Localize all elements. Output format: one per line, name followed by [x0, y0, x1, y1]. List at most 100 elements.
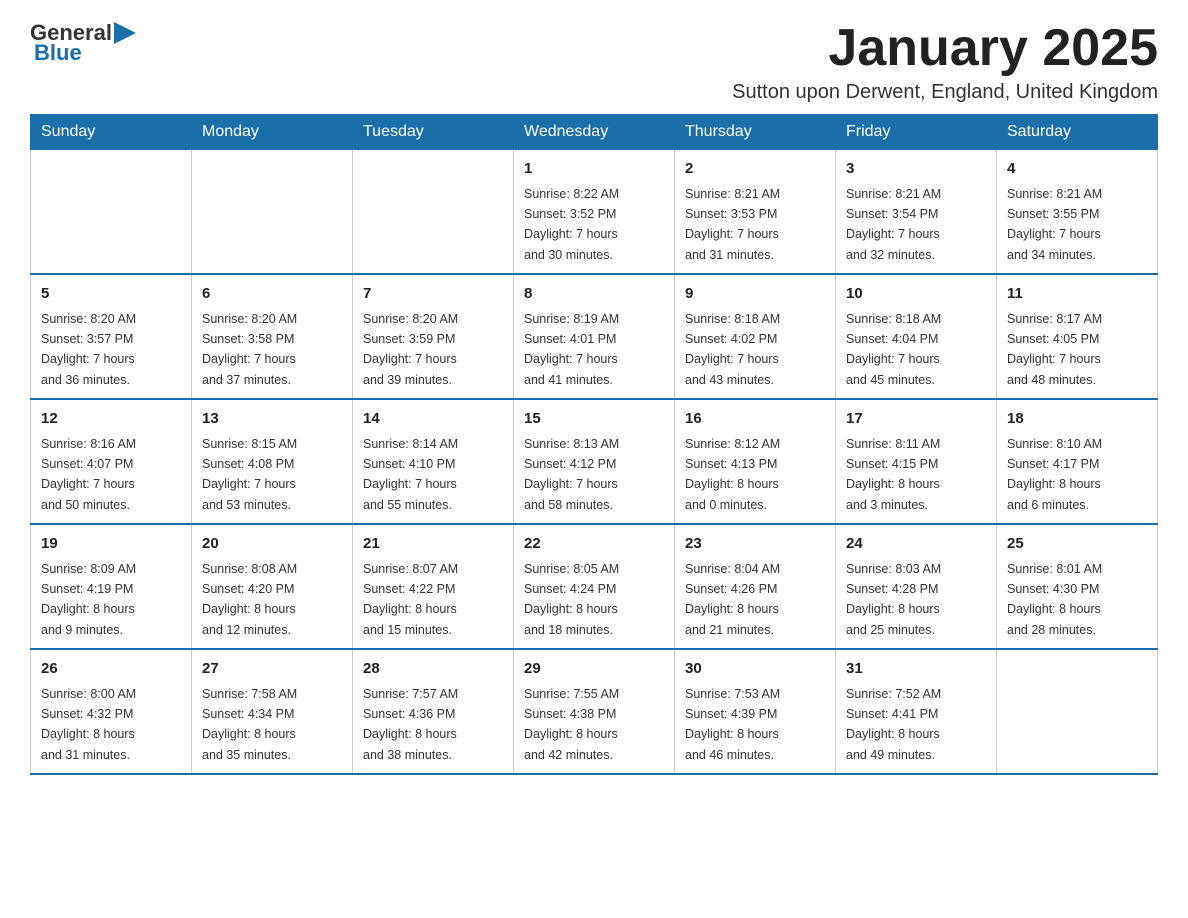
weekday-header-tuesday: Tuesday [353, 115, 514, 150]
title-area: January 2025 Sutton upon Derwent, Englan… [732, 20, 1158, 104]
calendar-cell: 19 Sunrise: 8:09 AM Sunset: 4:19 PM Dayli… [31, 524, 192, 649]
day-info: Sunrise: 8:21 AM Sunset: 3:54 PM Dayligh… [846, 187, 941, 262]
day-number: 14 [363, 408, 503, 431]
day-info: Sunrise: 8:19 AM Sunset: 4:01 PM Dayligh… [524, 312, 619, 387]
calendar-cell: 18 Sunrise: 8:10 AM Sunset: 4:17 PM Dayli… [997, 399, 1158, 524]
day-number: 11 [1007, 283, 1147, 306]
day-info: Sunrise: 8:08 AM Sunset: 4:20 PM Dayligh… [202, 562, 297, 637]
calendar-cell: 11 Sunrise: 8:17 AM Sunset: 4:05 PM Dayli… [997, 274, 1158, 399]
calendar-cell: 20Sunrise: 8:08 AM Sunset: 4:20 PM Dayli… [192, 524, 353, 649]
week-row-4: 19 Sunrise: 8:09 AM Sunset: 4:19 PM Dayli… [31, 524, 1158, 649]
location-title: Sutton upon Derwent, England, United Kin… [732, 81, 1158, 104]
day-number: 29 [524, 658, 664, 681]
day-info: Sunrise: 8:13 AM Sunset: 4:12 PM Dayligh… [524, 437, 619, 512]
day-info: Sunrise: 8:17 AM Sunset: 4:05 PM Dayligh… [1007, 312, 1102, 387]
day-number: 16 [685, 408, 825, 431]
day-number: 31 [846, 658, 986, 681]
day-number: 13 [202, 408, 342, 431]
day-number: 27 [202, 658, 342, 681]
calendar-cell: 23 Sunrise: 8:04 AM Sunset: 4:26 PM Dayli… [675, 524, 836, 649]
logo-blue-text: Blue [34, 40, 82, 66]
day-number: 22 [524, 533, 664, 556]
day-info: Sunrise: 7:57 AM Sunset: 4:36 PM Dayligh… [363, 687, 458, 762]
calendar-cell: 4Sunrise: 8:21 AM Sunset: 3:55 PM Daylig… [997, 150, 1158, 275]
calendar-cell [31, 150, 192, 275]
day-info: Sunrise: 8:09 AM Sunset: 4:19 PM Dayligh… [41, 562, 136, 637]
calendar-cell: 6Sunrise: 8:20 AM Sunset: 3:58 PM Daylig… [192, 274, 353, 399]
day-info: Sunrise: 7:53 AM Sunset: 4:39 PM Dayligh… [685, 687, 780, 762]
day-info: Sunrise: 7:55 AM Sunset: 4:38 PM Dayligh… [524, 687, 619, 762]
calendar-cell: 9Sunrise: 8:18 AM Sunset: 4:02 PM Daylig… [675, 274, 836, 399]
day-info: Sunrise: 7:58 AM Sunset: 4:34 PM Dayligh… [202, 687, 297, 762]
day-number: 12 [41, 408, 181, 431]
weekday-header-friday: Friday [836, 115, 997, 150]
day-info: Sunrise: 8:20 AM Sunset: 3:59 PM Dayligh… [363, 312, 458, 387]
calendar-cell: 15 Sunrise: 8:13 AM Sunset: 4:12 PM Dayli… [514, 399, 675, 524]
day-number: 17 [846, 408, 986, 431]
calendar-cell: 12Sunrise: 8:16 AM Sunset: 4:07 PM Dayli… [31, 399, 192, 524]
day-number: 23 [685, 533, 825, 556]
calendar-cell [997, 649, 1158, 774]
calendar-cell: 30 Sunrise: 7:53 AM Sunset: 4:39 PM Dayli… [675, 649, 836, 774]
calendar-cell: 3 Sunrise: 8:21 AM Sunset: 3:54 PM Daylig… [836, 150, 997, 275]
day-info: Sunrise: 8:15 AM Sunset: 4:08 PM Dayligh… [202, 437, 297, 512]
week-row-2: 5Sunrise: 8:20 AM Sunset: 3:57 PM Daylig… [31, 274, 1158, 399]
weekday-header-thursday: Thursday [675, 115, 836, 150]
day-number: 24 [846, 533, 986, 556]
calendar-cell: 10 Sunrise: 8:18 AM Sunset: 4:04 PM Dayli… [836, 274, 997, 399]
calendar-cell: 7 Sunrise: 8:20 AM Sunset: 3:59 PM Daylig… [353, 274, 514, 399]
calendar-cell [192, 150, 353, 275]
calendar-cell: 31 Sunrise: 7:52 AM Sunset: 4:41 PM Dayli… [836, 649, 997, 774]
day-info: Sunrise: 7:52 AM Sunset: 4:41 PM Dayligh… [846, 687, 941, 762]
day-info: Sunrise: 8:12 AM Sunset: 4:13 PM Dayligh… [685, 437, 780, 512]
day-info: Sunrise: 8:07 AM Sunset: 4:22 PM Dayligh… [363, 562, 458, 637]
day-info: Sunrise: 8:10 AM Sunset: 4:17 PM Dayligh… [1007, 437, 1102, 512]
day-number: 30 [685, 658, 825, 681]
calendar-cell [353, 150, 514, 275]
calendar-cell: 24 Sunrise: 8:03 AM Sunset: 4:28 PM Dayli… [836, 524, 997, 649]
day-info: Sunrise: 8:14 AM Sunset: 4:10 PM Dayligh… [363, 437, 458, 512]
calendar-cell: 13 Sunrise: 8:15 AM Sunset: 4:08 PM Dayli… [192, 399, 353, 524]
calendar-cell: 5Sunrise: 8:20 AM Sunset: 3:57 PM Daylig… [31, 274, 192, 399]
calendar-table: SundayMondayTuesdayWednesdayThursdayFrid… [30, 114, 1158, 775]
calendar-cell: 22Sunrise: 8:05 AM Sunset: 4:24 PM Dayli… [514, 524, 675, 649]
calendar-cell: 21Sunrise: 8:07 AM Sunset: 4:22 PM Dayli… [353, 524, 514, 649]
day-number: 25 [1007, 533, 1147, 556]
day-info: Sunrise: 8:01 AM Sunset: 4:30 PM Dayligh… [1007, 562, 1102, 637]
day-number: 7 [363, 283, 503, 306]
calendar-cell: 25 Sunrise: 8:01 AM Sunset: 4:30 PM Dayli… [997, 524, 1158, 649]
day-info: Sunrise: 8:00 AM Sunset: 4:32 PM Dayligh… [41, 687, 136, 762]
day-number: 26 [41, 658, 181, 681]
calendar-cell: 27 Sunrise: 7:58 AM Sunset: 4:34 PM Dayli… [192, 649, 353, 774]
day-number: 19 [41, 533, 181, 556]
day-info: Sunrise: 8:11 AM Sunset: 4:15 PM Dayligh… [846, 437, 940, 512]
day-info: Sunrise: 8:20 AM Sunset: 3:57 PM Dayligh… [41, 312, 136, 387]
logo: General Blue [30, 20, 136, 66]
weekday-header-monday: Monday [192, 115, 353, 150]
day-number: 10 [846, 283, 986, 306]
calendar-cell: 16 Sunrise: 8:12 AM Sunset: 4:13 PM Dayli… [675, 399, 836, 524]
day-number: 18 [1007, 408, 1147, 431]
day-number: 2 [685, 158, 825, 181]
day-info: Sunrise: 8:21 AM Sunset: 3:55 PM Dayligh… [1007, 187, 1102, 262]
week-row-3: 12Sunrise: 8:16 AM Sunset: 4:07 PM Dayli… [31, 399, 1158, 524]
day-number: 3 [846, 158, 986, 181]
weekday-header-saturday: Saturday [997, 115, 1158, 150]
calendar-cell: 14 Sunrise: 8:14 AM Sunset: 4:10 PM Dayli… [353, 399, 514, 524]
day-info: Sunrise: 8:04 AM Sunset: 4:26 PM Dayligh… [685, 562, 780, 637]
logo-arrow-icon [114, 22, 136, 44]
calendar-cell: 8Sunrise: 8:19 AM Sunset: 4:01 PM Daylig… [514, 274, 675, 399]
day-info: Sunrise: 8:03 AM Sunset: 4:28 PM Dayligh… [846, 562, 941, 637]
day-info: Sunrise: 8:18 AM Sunset: 4:02 PM Dayligh… [685, 312, 780, 387]
calendar-cell: 29 Sunrise: 7:55 AM Sunset: 4:38 PM Dayli… [514, 649, 675, 774]
weekday-header-wednesday: Wednesday [514, 115, 675, 150]
day-number: 1 [524, 158, 664, 181]
day-info: Sunrise: 8:18 AM Sunset: 4:04 PM Dayligh… [846, 312, 941, 387]
day-info: Sunrise: 8:21 AM Sunset: 3:53 PM Dayligh… [685, 187, 780, 262]
weekday-header-row: SundayMondayTuesdayWednesdayThursdayFrid… [31, 115, 1158, 150]
day-number: 15 [524, 408, 664, 431]
week-row-1: 1Sunrise: 8:22 AM Sunset: 3:52 PM Daylig… [31, 150, 1158, 275]
calendar-cell: 26 Sunrise: 8:00 AM Sunset: 4:32 PM Dayli… [31, 649, 192, 774]
calendar-cell: 2 Sunrise: 8:21 AM Sunset: 3:53 PM Daylig… [675, 150, 836, 275]
day-number: 6 [202, 283, 342, 306]
